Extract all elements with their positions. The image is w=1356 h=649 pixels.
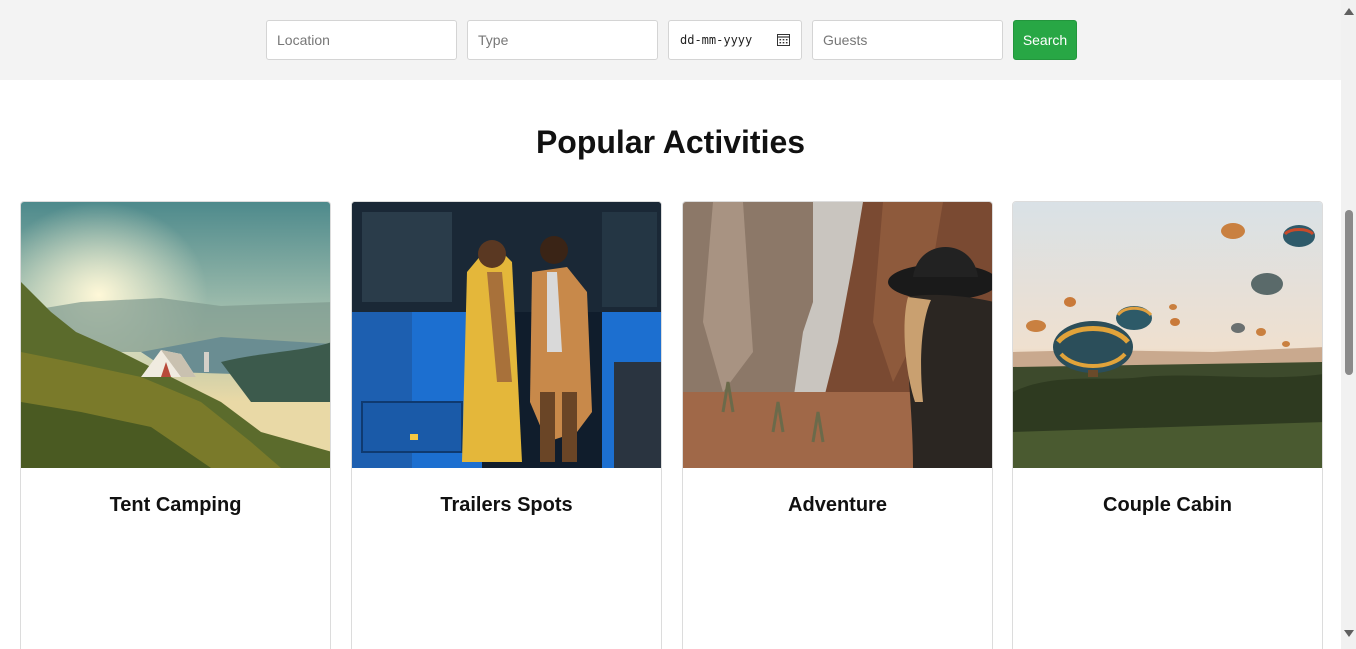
card-image-adventure xyxy=(683,202,992,468)
page: dd-mm-yyyy Search Popular Activities xyxy=(0,0,1341,649)
scroll-up-arrow-icon[interactable] xyxy=(1344,8,1354,15)
card-image-trailers-spots xyxy=(352,202,661,468)
card-title: Couple Cabin xyxy=(1103,494,1232,516)
card-title: Trailers Spots xyxy=(440,494,573,516)
search-button[interactable]: Search xyxy=(1013,20,1077,60)
card-title: Adventure xyxy=(788,494,887,516)
card-title: Tent Camping xyxy=(109,494,242,516)
section-title: Popular Activities xyxy=(535,124,806,160)
activity-card-adventure[interactable]: Adventure xyxy=(682,201,993,649)
location-input[interactable] xyxy=(266,20,457,60)
activity-card-couple-cabin[interactable]: Couple Cabin xyxy=(1012,201,1323,649)
scroll-thumb[interactable] xyxy=(1345,210,1353,375)
calendar-icon[interactable] xyxy=(777,34,790,46)
card-image-tent-camping xyxy=(21,202,330,468)
guests-input[interactable] xyxy=(812,20,1003,60)
activity-card-tent-camping[interactable]: Tent Camping xyxy=(20,201,331,649)
card-image-couple-cabin xyxy=(1013,202,1322,468)
date-placeholder: dd-mm-yyyy xyxy=(680,33,753,47)
date-input[interactable]: dd-mm-yyyy xyxy=(668,20,802,60)
scroll-down-arrow-icon[interactable] xyxy=(1344,630,1354,637)
search-bar: dd-mm-yyyy Search xyxy=(0,0,1341,80)
type-input[interactable] xyxy=(467,20,658,60)
vertical-scrollbar[interactable] xyxy=(1341,0,1356,649)
activity-card-trailers-spots[interactable]: Trailers Spots xyxy=(351,201,662,649)
